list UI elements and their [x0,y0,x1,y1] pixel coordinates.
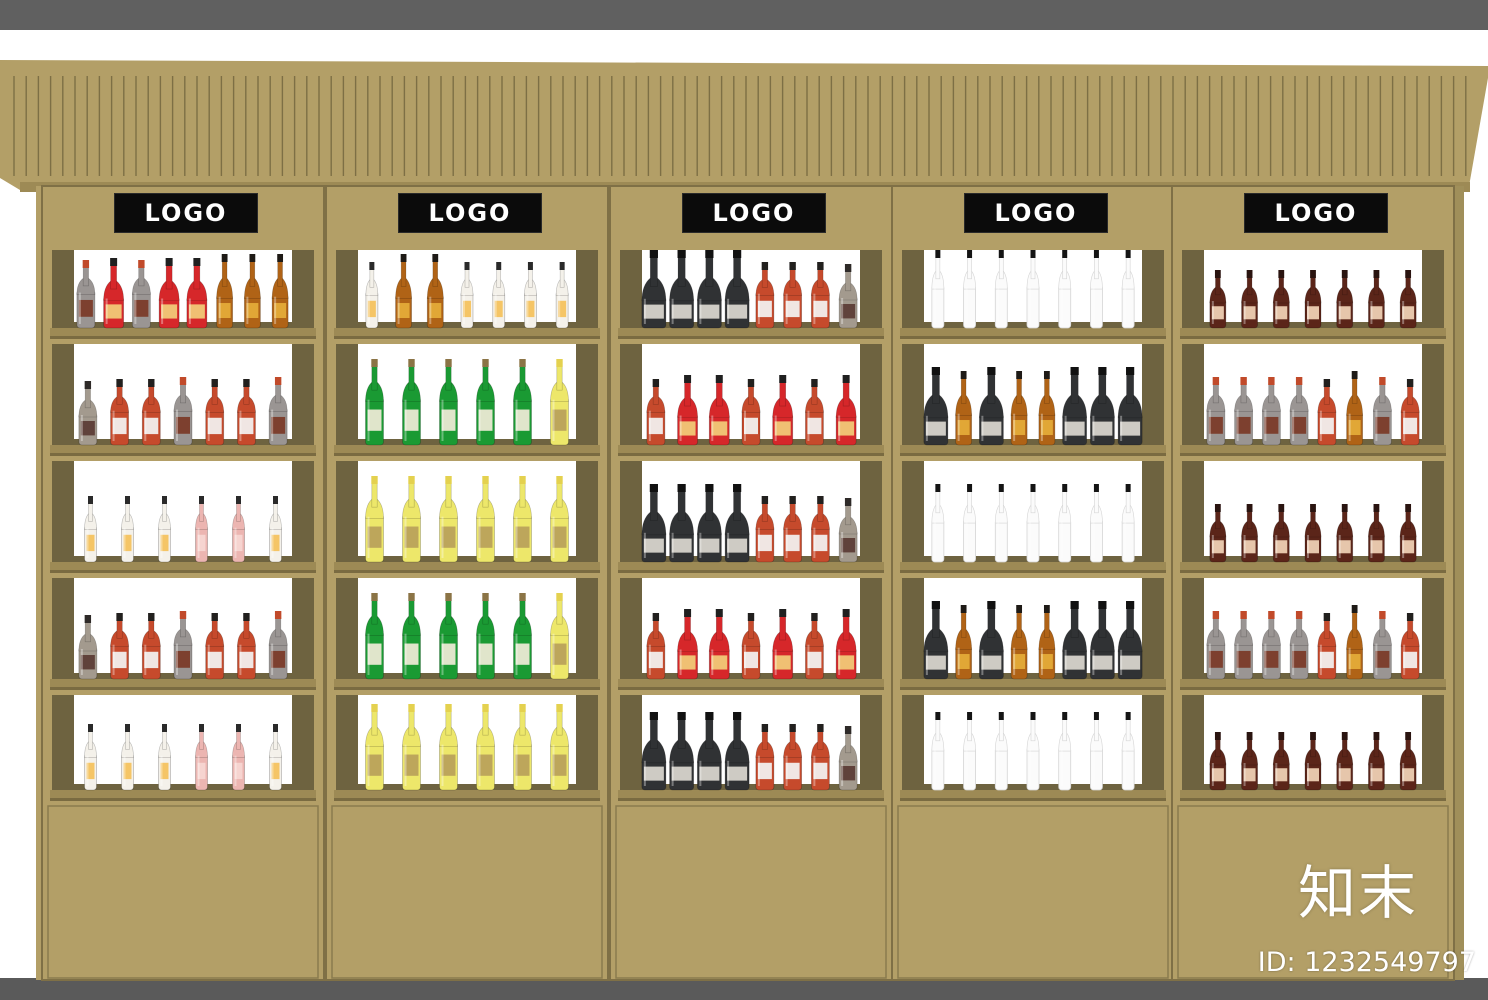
shelf-back [74,461,292,556]
display-unit [609,185,893,981]
shelf-back [358,578,576,673]
display-units [41,185,1455,981]
shelf-back [358,344,576,439]
top-band [0,0,1488,30]
shelf-back [74,695,292,784]
display-unit [891,185,1175,981]
shelf-back [358,695,576,784]
logo-sign: LOGO [114,193,258,233]
watermark-id: ID: 1232549797 [1257,947,1476,978]
display-unit [41,185,325,981]
display-unit [325,185,609,981]
logo-sign: LOGO [398,193,542,233]
shelf-back [358,461,576,556]
logo-sign: LOGO [1244,193,1388,233]
logo-sign: LOGO [682,193,826,233]
logo-sign: LOGO [964,193,1108,233]
floor-strip [0,978,1488,1000]
cornice [0,60,1488,192]
watermark-brand: 知末 [1297,859,1418,927]
cabinet-scene [0,0,1488,1000]
